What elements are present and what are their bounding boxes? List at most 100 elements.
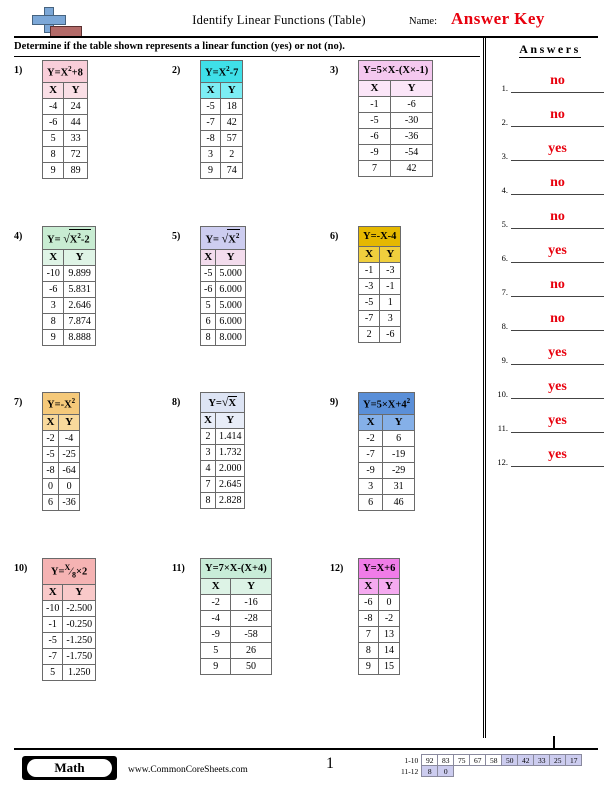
function-table: Y=√X X Y 2 1.414 3 1.732 4 2.000 7 2.645 8 2.828 <box>199 392 246 509</box>
table-row: -7 -19 <box>357 445 416 463</box>
grading-scale: 1-10 92 83 75 67 58 50 42 33 25 17 11-12 8 0 <box>400 754 583 777</box>
cell-y: -1 <box>379 278 402 295</box>
cell-x: -10 <box>41 264 65 282</box>
cell-x: -7 <box>357 445 384 463</box>
column-header-x: X <box>42 413 59 431</box>
table-row: 7 42 <box>358 160 434 177</box>
cell-y: 42 <box>389 160 434 177</box>
equation-label: Y=X2+8 <box>42 60 88 83</box>
problem-row: 10) Y=X⁄8×2 X Y -10 -2.500 -1 -0.250 -5 -1.250 -7-… <box>0 558 480 724</box>
cell-x: 8 <box>200 492 216 509</box>
cell-y: -29 <box>382 461 416 479</box>
column-header-x: X <box>199 578 232 595</box>
cell-x: -5 <box>199 264 217 282</box>
table-row: -9 -58 <box>199 626 272 643</box>
cell-y: 15 <box>377 658 401 675</box>
column-header-y: Y <box>63 81 88 99</box>
answer-line <box>511 398 604 400</box>
cell-x: -9 <box>358 144 391 161</box>
table-row: 6 -36 <box>42 493 81 511</box>
function-table: Y= √X2-2 X Y -10 9.899 -6 5.831 3 2.646 8 7.874 9 8.… <box>41 226 96 346</box>
table-row: -10 -2.500 <box>41 599 97 617</box>
column-header-y: Y <box>62 583 97 601</box>
scale-cell: 25 <box>549 754 567 766</box>
answer-row: 2. no <box>492 106 608 140</box>
cell-x: -1 <box>358 96 391 113</box>
cell-y: 9.899 <box>63 264 96 282</box>
cell-x: 9 <box>41 161 65 179</box>
cell-x: -4 <box>199 610 232 627</box>
cell-x: 6 <box>42 493 59 511</box>
cell-y: 2.645 <box>214 476 246 493</box>
problem-number: 6) <box>330 231 339 242</box>
cell-y: -1.250 <box>62 631 97 649</box>
function-table: Y=7×X-(X+4) X Y -2 -16 -4 -28 -9 -58 5 26 9 50 <box>199 558 272 675</box>
table-row: -5 18 <box>199 97 244 115</box>
function-table: Y=-X2 X Y -2 -4 -5 -25 -8 -64 0 0 6 -36 <box>41 392 81 511</box>
cell-x: -2 <box>357 429 384 447</box>
answer-row: 12. yes <box>492 446 608 480</box>
cell-y: -36 <box>389 128 434 145</box>
answers-list: 1. no 2. no 3. yes 4. no 5. no 6. yes 7. no 8. no 9. yes 1… <box>492 72 608 480</box>
cell-y: 5.831 <box>63 280 96 298</box>
table-row: -2 6 <box>357 429 416 447</box>
answer-line <box>511 126 604 128</box>
table-row: 2 1.414 <box>200 428 246 445</box>
column-header-x: X <box>199 248 217 266</box>
cell-y: 0 <box>377 594 401 611</box>
cell-x: -10 <box>41 599 64 617</box>
table-row: 00 <box>42 477 81 495</box>
cell-y: -28 <box>230 610 272 627</box>
page-title: Identify Linear Functions (Table) <box>192 13 366 27</box>
answer-number: 12. <box>497 457 508 467</box>
table-row: 9 50 <box>199 658 272 675</box>
equation-label: Y= √X2-2 <box>42 226 96 250</box>
cell-y: 72 <box>63 145 88 163</box>
problem-number: 9) <box>330 397 339 408</box>
table-row: -9 -29 <box>357 461 416 479</box>
cell-y: 57 <box>220 129 244 147</box>
cell-y: -36 <box>57 493 81 511</box>
answer-value: yes <box>548 141 567 156</box>
scale-cell-empty <box>470 766 486 777</box>
equation-label: Y=X+6 <box>357 558 401 579</box>
table-row: 4 2.000 <box>200 460 246 477</box>
table-row: -3 -1 <box>357 278 402 295</box>
page-header: Identify Linear Functions (Table) Name: … <box>14 4 598 38</box>
cell-x: -1 <box>357 262 381 279</box>
scale-cell-empty <box>454 766 470 777</box>
table-row: -1 -6 <box>358 96 434 113</box>
answer-row: 4. no <box>492 174 608 208</box>
cell-y: 8.000 <box>215 328 246 346</box>
answer-line <box>511 92 604 94</box>
table-row: 2 -6 <box>357 326 402 343</box>
answer-number: 8. <box>501 321 508 331</box>
column-header-y: Y <box>230 578 272 595</box>
page-number: 1 <box>326 755 334 772</box>
cell-y: 2.828 <box>214 492 246 509</box>
cell-x: 3 <box>357 477 384 495</box>
cell-y: 44 <box>63 113 88 131</box>
table-row: -7 42 <box>199 113 244 131</box>
problems-grid: 1) Y=X2+8 X Y -4 24 -6 44 5 33 8 72 9 89 2) Y=X2-7 X Y -5 1… <box>0 60 480 724</box>
table-row: -6 44 <box>41 113 88 131</box>
answer-value: yes <box>548 345 567 360</box>
answer-row: 6. yes <box>492 242 608 276</box>
scale-cell: 42 <box>517 754 535 766</box>
table-row: -4 24 <box>41 97 88 115</box>
cell-x: -8 <box>199 129 222 147</box>
column-header-x: X <box>41 248 65 266</box>
column-header-x: X <box>357 246 381 263</box>
table-row: 9 74 <box>199 161 244 179</box>
subject-badge: Math <box>22 756 117 780</box>
function-table: Y=5×X-(X×-1) X Y -1 -6 -5 -30 -6 -36 -9 -54 7 42 <box>357 60 434 177</box>
column-header-x: X <box>358 578 379 595</box>
answer-line <box>511 364 604 366</box>
cell-x: -2 <box>199 594 232 611</box>
cell-x: 0 <box>42 477 59 495</box>
column-header-y: Y <box>214 412 246 429</box>
equation-label: Y=X2-7 <box>199 60 244 83</box>
equation-label: Y=√X <box>199 392 246 413</box>
subject-badge-label: Math <box>54 760 85 775</box>
cell-x: 3 <box>200 444 216 461</box>
